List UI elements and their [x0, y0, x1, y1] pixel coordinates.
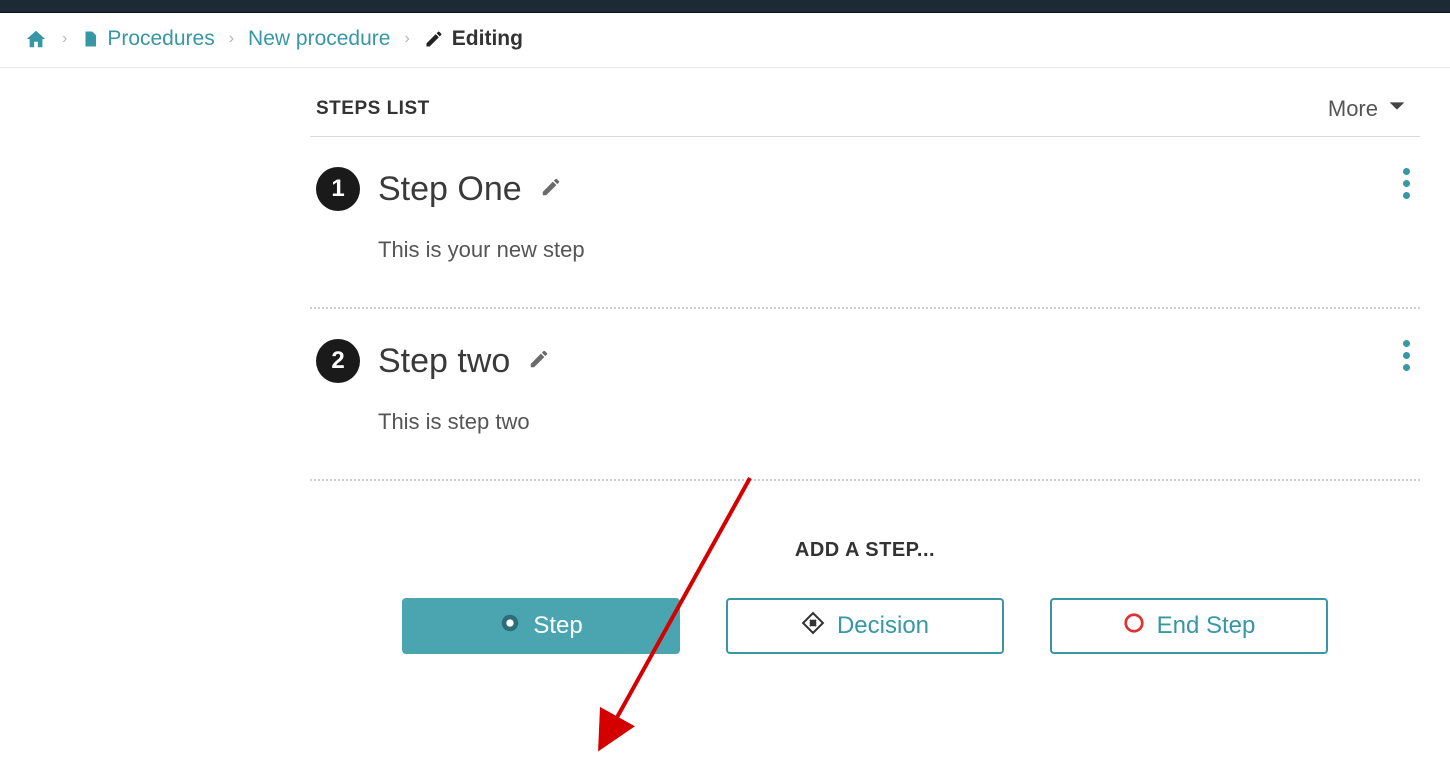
steps-list-title: STEPS LIST — [316, 98, 430, 120]
step-item: 2 Step two This is step two — [310, 309, 1420, 481]
breadcrumb-procedures[interactable]: Procedures — [81, 27, 214, 51]
home-icon — [24, 28, 48, 50]
breadcrumb-procedures-label: Procedures — [107, 27, 214, 51]
add-step-label: Step — [533, 612, 582, 640]
add-decision-label: Decision — [837, 612, 929, 640]
breadcrumb-home[interactable] — [24, 28, 48, 50]
step-header: 2 Step two — [316, 339, 1414, 383]
step-item: 1 Step One This is your new step — [310, 137, 1420, 309]
step-description: This is step two — [378, 409, 1414, 435]
breadcrumb-separator: › — [404, 30, 409, 48]
step-options-button[interactable] — [1403, 335, 1410, 376]
breadcrumb-editing: Editing — [424, 27, 523, 51]
step-options-button[interactable] — [1403, 163, 1410, 204]
step-number-badge: 1 — [316, 167, 360, 211]
step-dot-icon — [499, 612, 521, 641]
edit-step-button[interactable] — [528, 348, 550, 375]
add-step-section: ADD A STEP... Step Decision End Step — [310, 481, 1420, 654]
add-step-button[interactable]: Step — [402, 598, 680, 654]
steps-list-header: STEPS LIST More — [310, 86, 1420, 137]
main-content: STEPS LIST More 1 Step One This is your … — [310, 68, 1450, 654]
add-step-buttons: Step Decision End Step — [310, 598, 1420, 654]
step-description: This is your new step — [378, 237, 1414, 263]
breadcrumb-editing-label: Editing — [452, 27, 523, 51]
breadcrumb-new-procedure-label: New procedure — [248, 27, 390, 51]
decision-diamond-icon — [801, 611, 825, 642]
add-decision-button[interactable]: Decision — [726, 598, 1004, 654]
breadcrumb-new-procedure[interactable]: New procedure — [248, 27, 390, 51]
end-step-circle-icon — [1123, 612, 1145, 641]
more-button[interactable]: More — [1322, 94, 1414, 124]
add-end-step-button[interactable]: End Step — [1050, 598, 1328, 654]
document-icon — [81, 28, 99, 50]
add-end-step-label: End Step — [1157, 612, 1256, 640]
more-label: More — [1328, 96, 1378, 122]
window-topbar — [0, 0, 1450, 13]
edit-step-button[interactable] — [540, 176, 562, 203]
breadcrumb-separator: › — [229, 30, 234, 48]
breadcrumb: › Procedures › New procedure › Editing — [0, 13, 1450, 68]
step-number-badge: 2 — [316, 339, 360, 383]
chevron-down-icon — [1386, 95, 1408, 123]
pencil-icon — [424, 29, 444, 49]
step-title: Step two — [378, 342, 510, 381]
step-title: Step One — [378, 170, 522, 209]
add-step-heading: ADD A STEP... — [310, 539, 1420, 562]
breadcrumb-separator: › — [62, 30, 67, 48]
step-header: 1 Step One — [316, 167, 1414, 211]
